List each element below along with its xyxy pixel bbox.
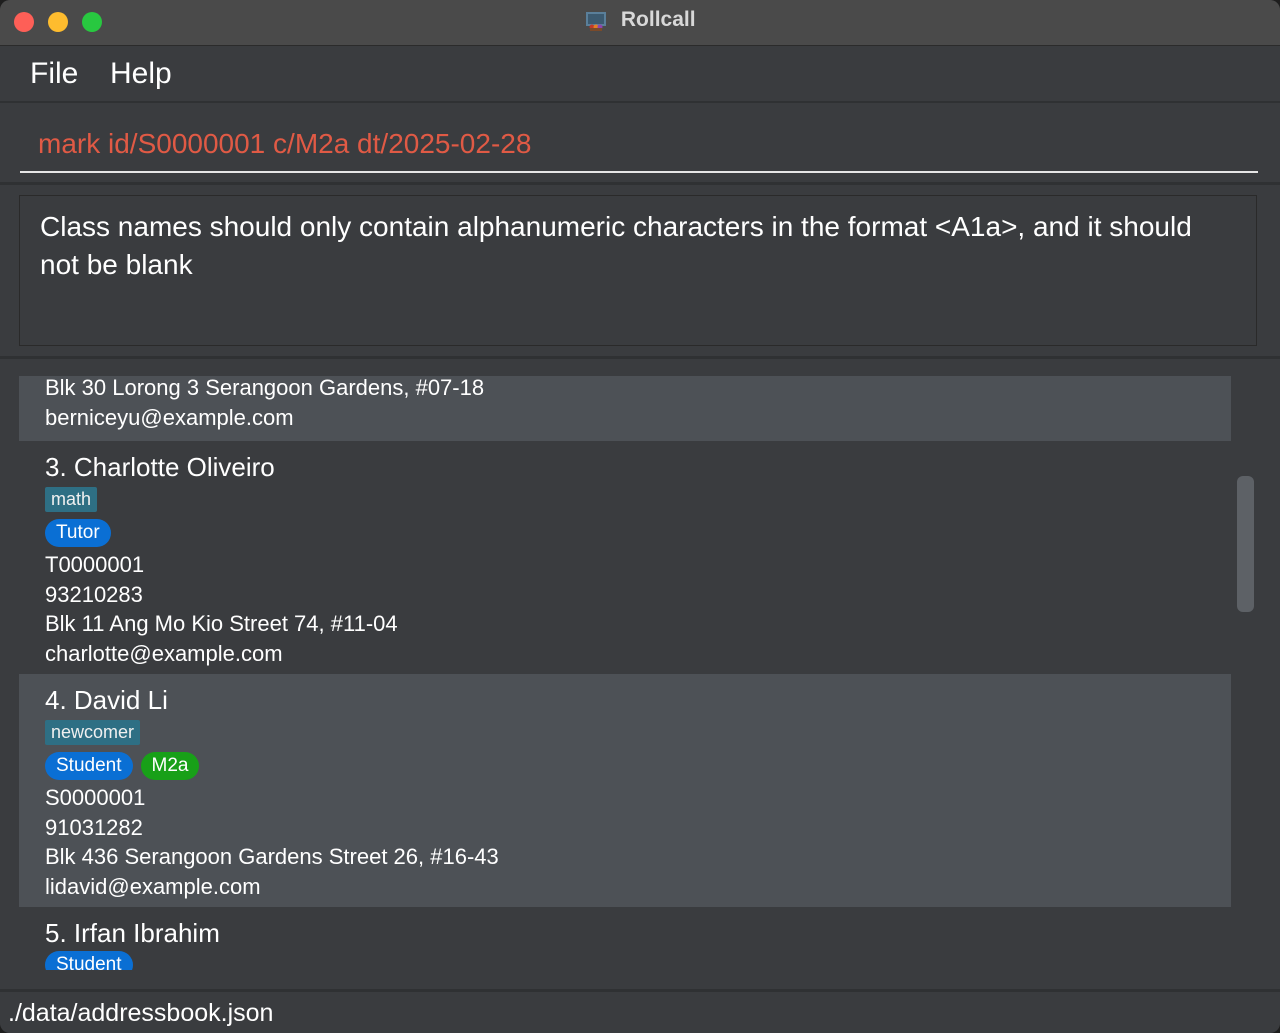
result-display: Class names should only contain alphanum…: [19, 195, 1257, 346]
menu-help[interactable]: Help: [110, 57, 172, 91]
status-bar: ./data/addressbook.json: [0, 989, 1280, 1033]
command-box: [0, 105, 1280, 185]
divider: [0, 356, 1280, 359]
menu-file[interactable]: File: [30, 57, 78, 91]
title-bar[interactable]: Rollcall: [0, 0, 1280, 46]
person-email: charlotte@example.com: [45, 640, 283, 666]
person-list[interactable]: Blk 30 Lorong 3 Serangoon Gardens, #07-1…: [19, 376, 1259, 970]
person-address: Blk 436 Serangoon Gardens Street 26, #16…: [45, 844, 499, 869]
rollcall-app-icon: [586, 12, 607, 31]
role-pill: Tutor: [45, 519, 111, 547]
status-file-path: ./data/addressbook.json: [8, 999, 274, 1027]
tag-row: math: [45, 482, 1231, 516]
command-input[interactable]: [20, 117, 1258, 173]
person-phone: 93210283: [45, 581, 143, 607]
tag-label: math: [45, 486, 98, 512]
menu-bar: File Help: [0, 47, 1280, 103]
person-address: Blk 30 Lorong 3 Serangoon Gardens, #07-1…: [45, 376, 485, 400]
list-scrollbar[interactable]: [1237, 476, 1254, 612]
person-card[interactable]: 4. David Li newcomer Student M2a S000000…: [19, 674, 1231, 907]
class-pill: M2a: [140, 752, 200, 780]
person-id: T0000001: [45, 552, 145, 577]
person-email: lidavid@example.com: [45, 873, 261, 899]
tag-row: newcomer: [45, 715, 1231, 749]
role-row: Student M2a: [45, 749, 1231, 783]
person-card-partial[interactable]: Blk 30 Lorong 3 Serangoon Gardens, #07-1…: [19, 376, 1231, 441]
person-name: 5. Irfan Ibrahim: [45, 918, 220, 948]
app-window: Rollcall File Help Class names should on…: [0, 0, 1280, 1033]
person-card[interactable]: 5. Irfan Ibrahim Student: [19, 907, 1231, 970]
role-pill: Student: [45, 752, 133, 780]
role-row: Tutor: [45, 516, 1231, 550]
window-title: Rollcall: [620, 8, 696, 31]
role-row: Student: [45, 948, 1231, 970]
person-address: Blk 11 Ang Mo Kio Street 74, #11-04: [45, 611, 398, 636]
title-group: Rollcall: [0, 8, 1280, 32]
person-name: 3. Charlotte Oliveiro: [45, 452, 275, 482]
person-name: 4. David Li: [45, 685, 168, 715]
person-card[interactable]: 3. Charlotte Oliveiro math Tutor T000000…: [19, 441, 1231, 674]
person-email: berniceyu@example.com: [45, 404, 294, 430]
person-id: S0000001: [45, 785, 146, 810]
person-phone: 91031282: [45, 814, 143, 840]
role-pill: Student: [45, 951, 133, 970]
tag-label: newcomer: [45, 719, 141, 745]
